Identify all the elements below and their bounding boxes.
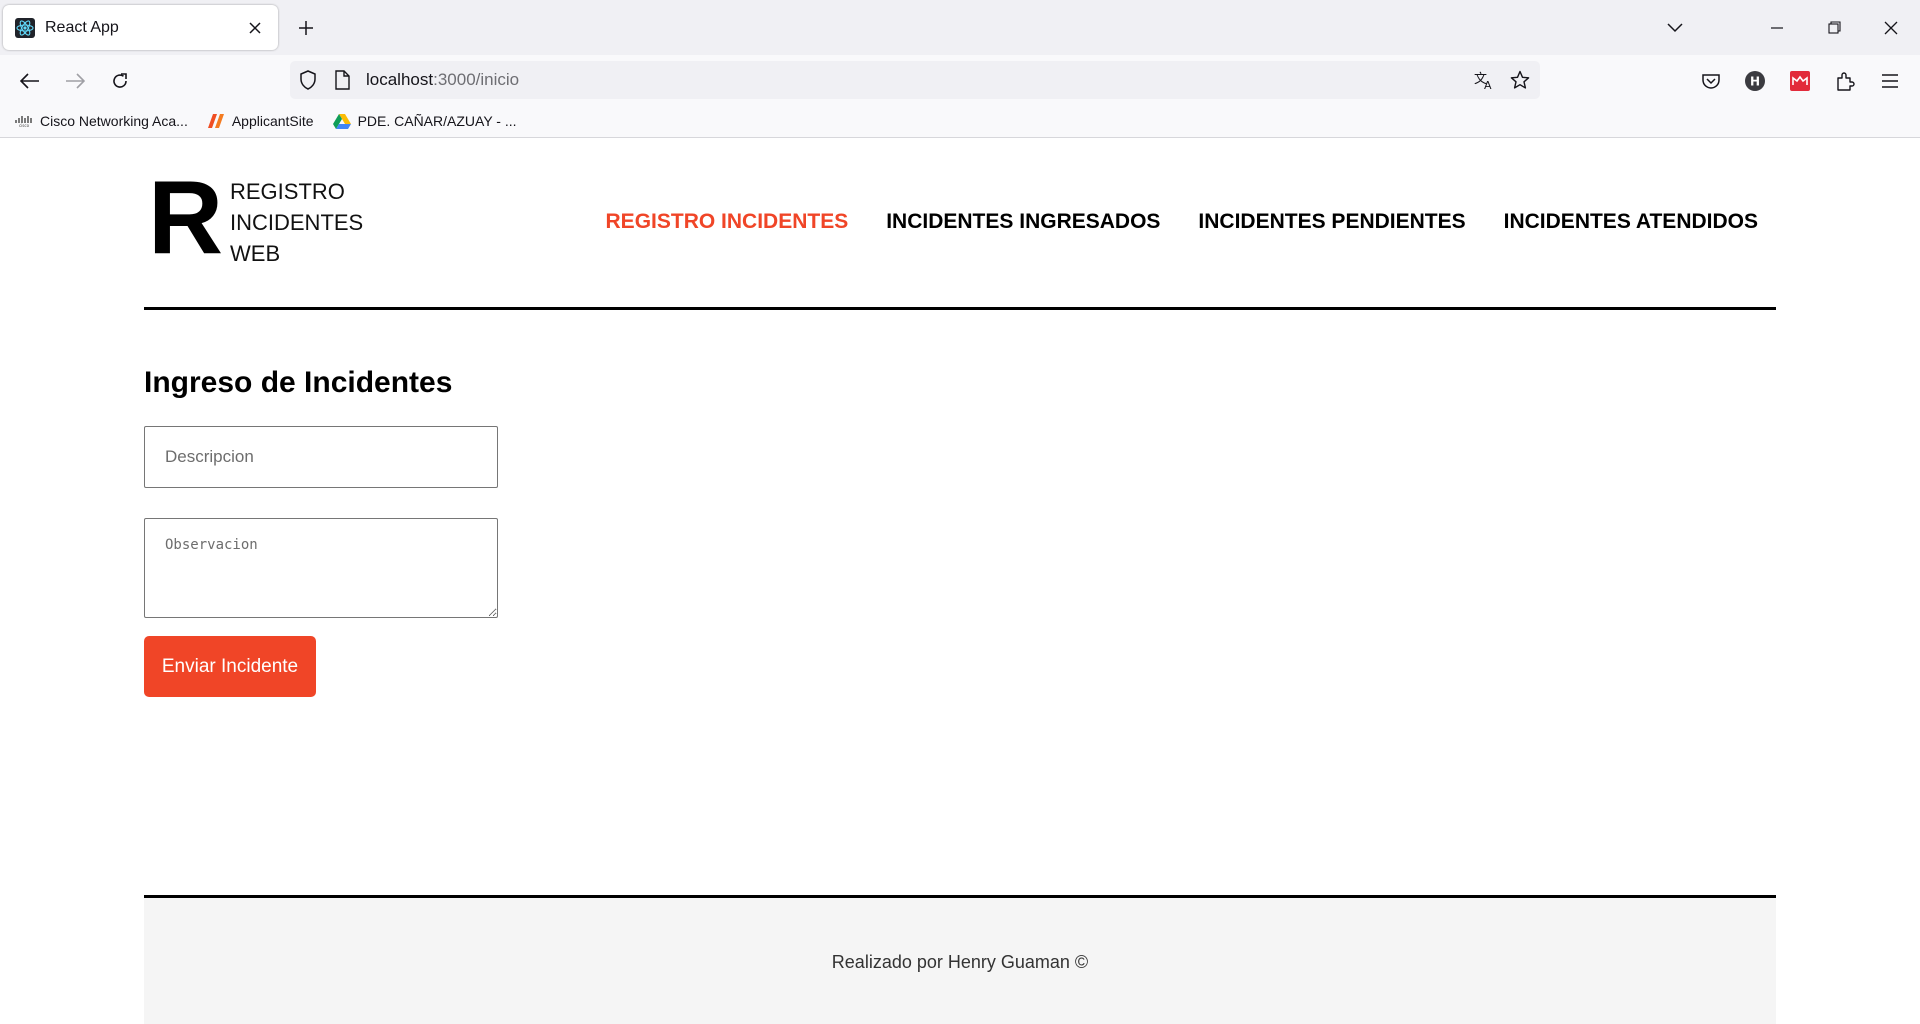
page-content: R REGISTRO INCIDENTES WEB REGISTRO INCID…	[0, 138, 1920, 1024]
extensions-icon[interactable]	[1830, 66, 1860, 96]
pocket-icon[interactable]	[1696, 66, 1726, 96]
minimize-icon[interactable]	[1754, 0, 1800, 55]
url-path: :3000/inicio	[433, 70, 520, 89]
shield-icon[interactable]	[296, 68, 320, 92]
incident-form: Ingreso de Incidentes Enviar Incidente	[144, 366, 1044, 697]
site-header: R REGISTRO INCIDENTES WEB REGISTRO INCID…	[144, 138, 1776, 310]
bookmarks-bar: cisco Cisco Networking Aca... ApplicantS…	[0, 105, 1920, 138]
translate-icon[interactable]: 文A	[1473, 68, 1497, 92]
reload-icon[interactable]	[105, 66, 135, 96]
forward-icon[interactable]	[60, 66, 90, 96]
url-text[interactable]: localhost:3000/inicio	[366, 70, 519, 90]
submit-incident-button[interactable]: Enviar Incidente	[144, 636, 316, 697]
browser-tab-strip: React App	[0, 0, 1920, 55]
cisco-icon: cisco	[14, 113, 34, 129]
browser-tab[interactable]: React App	[3, 5, 278, 50]
form-title: Ingreso de Incidentes	[144, 366, 453, 399]
extension-red-icon[interactable]	[1785, 66, 1815, 96]
site-footer: Realizado por Henry Guaman ©	[144, 895, 1776, 1024]
bookmark-label: Cisco Networking Aca...	[40, 113, 188, 129]
nav-incidentes-atendidos[interactable]: INCIDENTES ATENDIDOS	[1504, 210, 1758, 234]
logo-line: INCIDENTES	[230, 210, 364, 235]
page-icon[interactable]	[330, 68, 354, 92]
applicantsite-icon	[206, 113, 226, 129]
logo-line: WEB	[230, 241, 281, 266]
description-input[interactable]	[144, 426, 498, 488]
menu-icon[interactable]	[1875, 66, 1905, 96]
logo-line: REGISTRO	[230, 179, 345, 204]
bookmark-item[interactable]: PDE. CAÑAR/AZUAY - ...	[332, 113, 517, 129]
new-tab-button[interactable]	[292, 14, 320, 42]
svg-text:A: A	[1484, 79, 1492, 90]
url-bar[interactable]: localhost:3000/inicio 文A	[290, 61, 1540, 99]
nav-registro-incidentes[interactable]: REGISTRO INCIDENTES	[606, 210, 849, 234]
restore-icon[interactable]	[1811, 0, 1857, 55]
nav-incidentes-pendientes[interactable]: INCIDENTES PENDIENTES	[1198, 210, 1465, 234]
close-window-icon[interactable]	[1868, 0, 1914, 55]
react-icon	[15, 17, 35, 38]
bookmark-item[interactable]: ApplicantSite	[206, 113, 314, 129]
url-host: localhost	[366, 70, 434, 89]
footer-text: Realizado por Henry Guaman ©	[831, 951, 1089, 972]
browser-toolbar: localhost:3000/inicio 文A H	[0, 55, 1920, 105]
svg-text:H: H	[1750, 75, 1760, 89]
tab-title: React App	[45, 18, 119, 36]
logo-text: REGISTRO INCIDENTES WEB	[230, 176, 363, 269]
logo-letter: R	[148, 160, 223, 276]
nav-incidentes-ingresados[interactable]: INCIDENTES INGRESADOS	[886, 210, 1160, 234]
back-icon[interactable]	[15, 66, 45, 96]
bookmark-label: PDE. CAÑAR/AZUAY - ...	[357, 113, 517, 129]
bookmark-item[interactable]: cisco Cisco Networking Aca...	[14, 113, 188, 129]
bookmark-label: ApplicantSite	[231, 113, 314, 129]
star-icon[interactable]	[1508, 68, 1532, 92]
main-nav: REGISTRO INCIDENTES INCIDENTES INGRESADO…	[606, 210, 1758, 234]
svg-text:cisco: cisco	[19, 123, 30, 127]
google-drive-icon	[332, 113, 352, 129]
profile-h-icon[interactable]: H	[1740, 66, 1770, 96]
list-all-tabs-icon[interactable]	[1652, 0, 1698, 55]
close-icon[interactable]	[244, 17, 266, 39]
observation-textarea[interactable]	[144, 518, 498, 618]
